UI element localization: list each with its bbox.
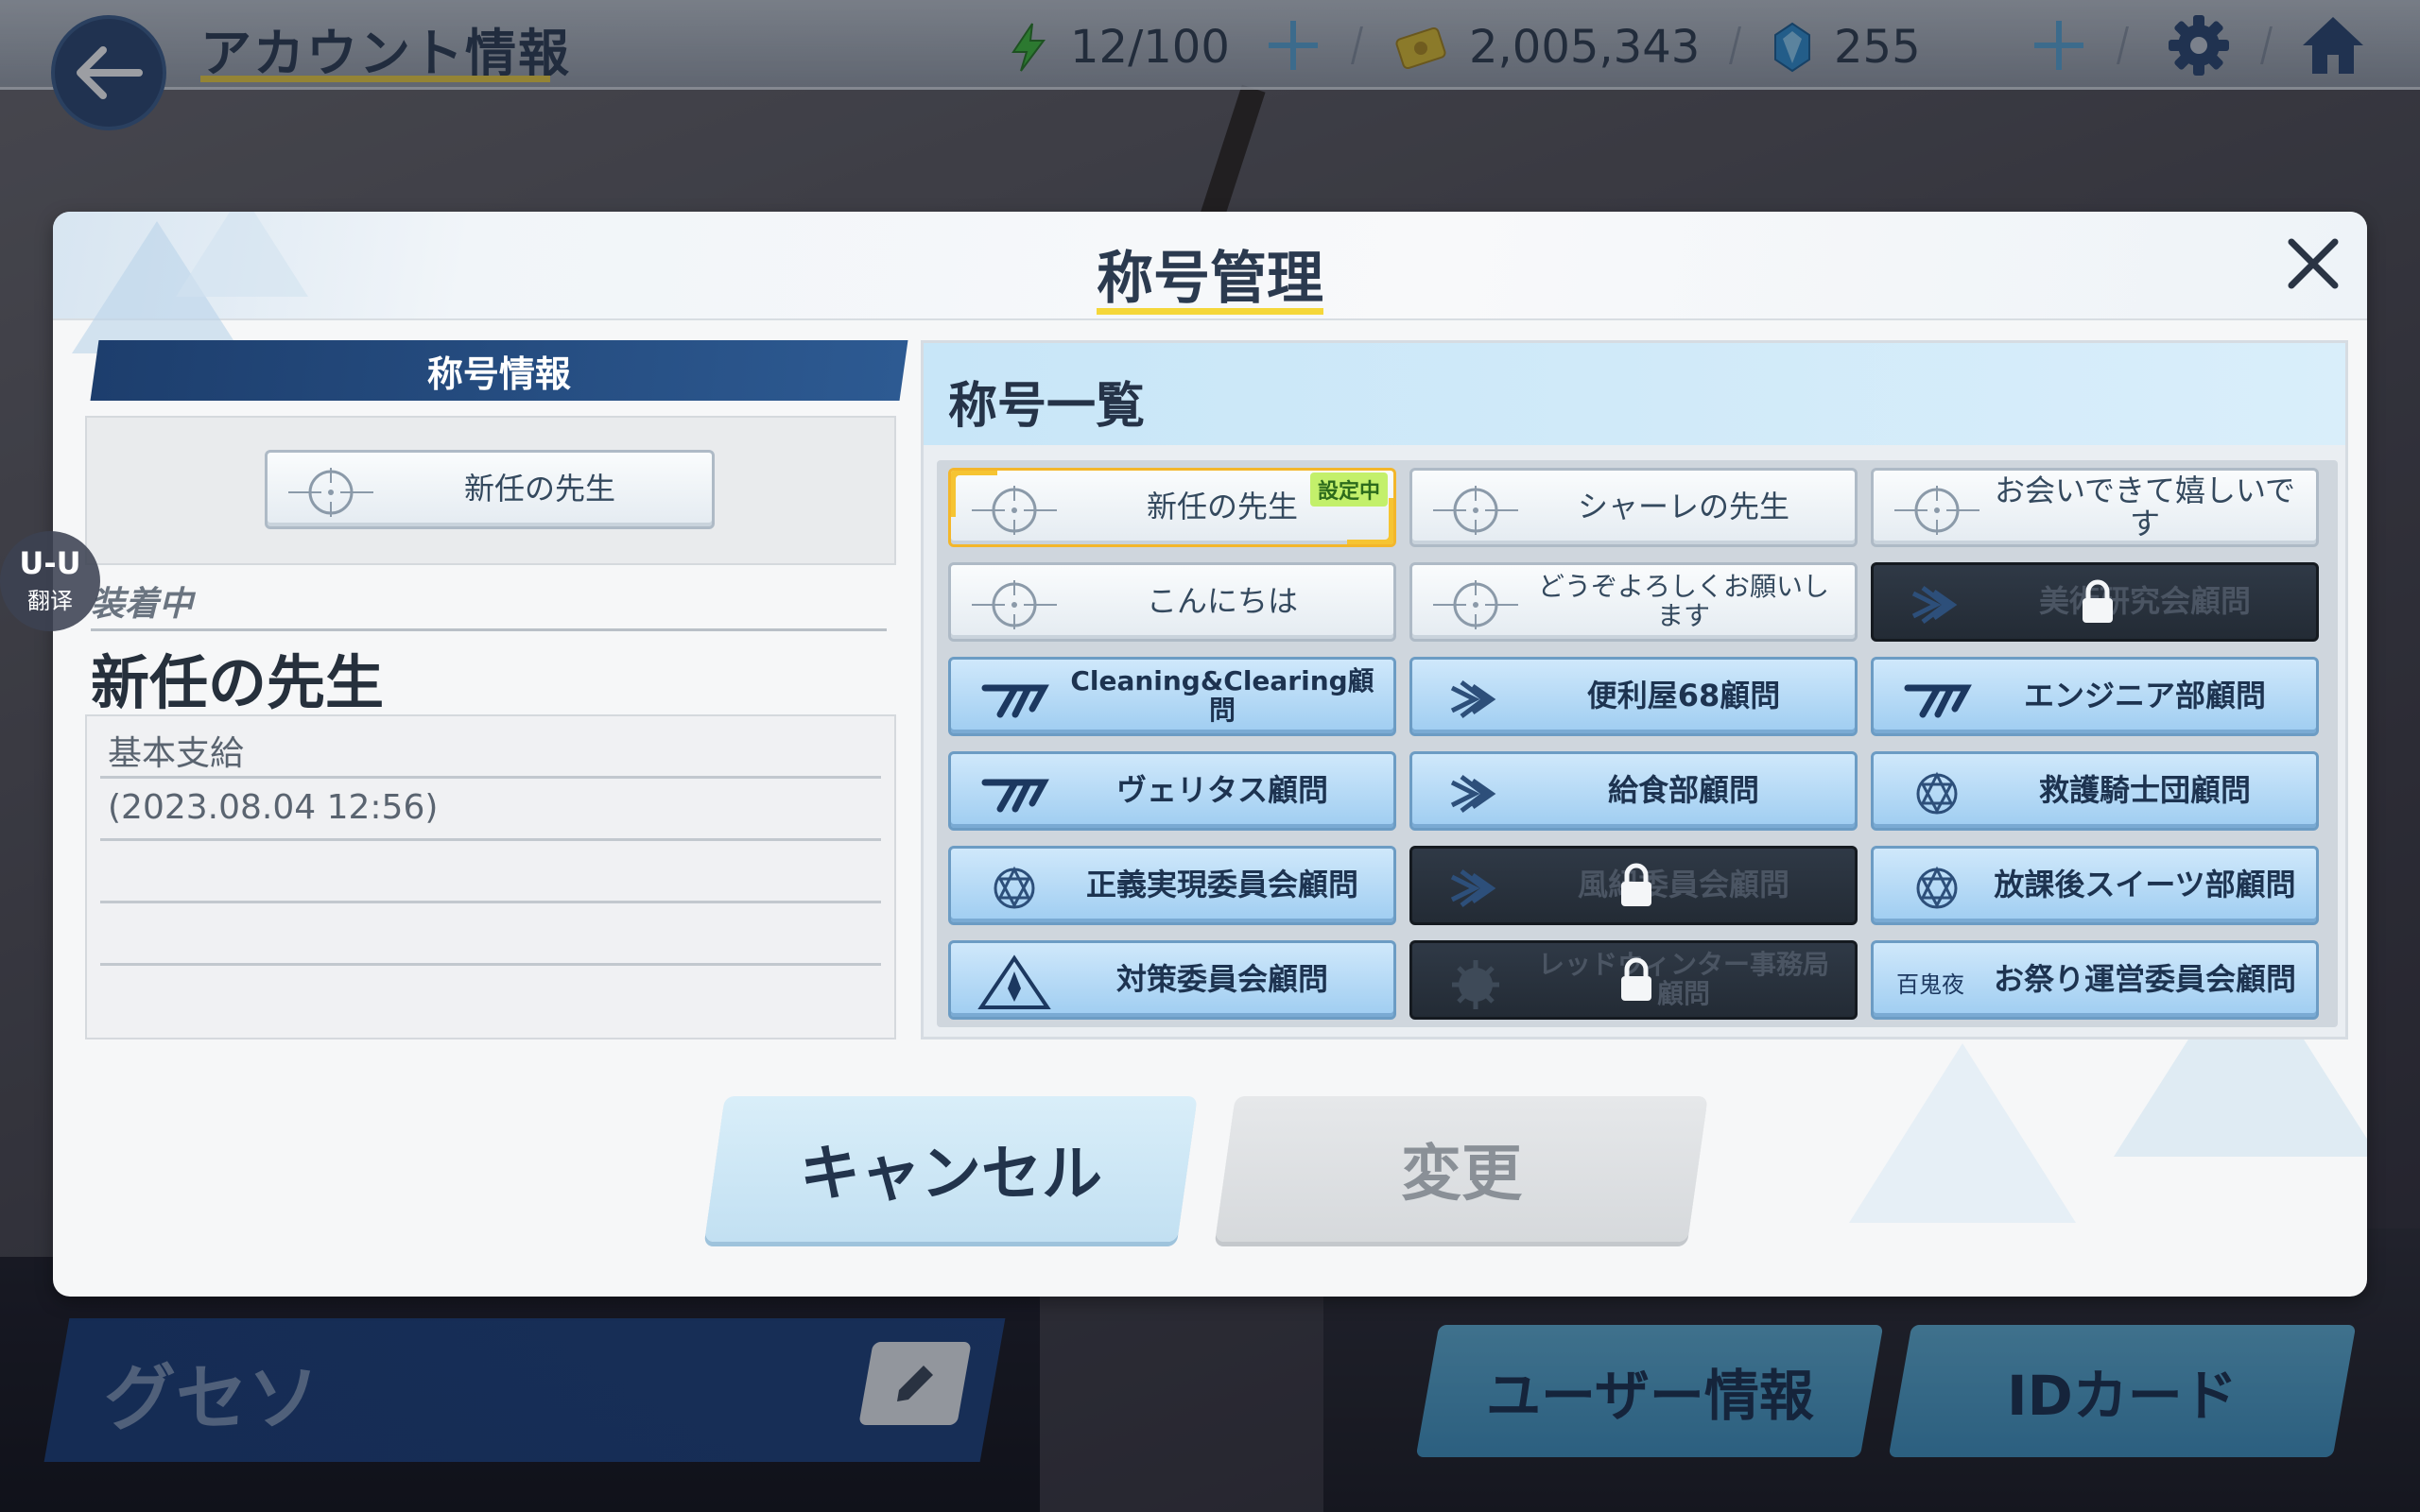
title-chip-label: どうぞよろしくお願いします (1537, 571, 1829, 631)
translator-label: 翻译 (27, 587, 73, 614)
title-chip-label: 給食部顧問 (1607, 772, 1759, 809)
cancel-label: キャンセル (800, 1140, 1102, 1210)
title-info-header-label: 称号情報 (426, 352, 571, 395)
title-chip[interactable]: シャーレの先生 (1409, 468, 1858, 547)
title-preview-area: 新任の先生 (85, 416, 896, 565)
title-chip[interactable]: エンジニア部顧問 (1871, 657, 2319, 736)
title-chip[interactable]: 百鬼夜 お祭り運営委員会顧問 (1871, 940, 2319, 1020)
title-chip: 風紀委員会顧問 (1409, 846, 1858, 925)
title-detail-box: 基本支給 (2023.08.04 12:56) (85, 714, 896, 1040)
translator-logo: U-U (19, 544, 81, 581)
equipped-label: 装着中 (91, 585, 194, 624)
active-badge: 設定中 (1309, 472, 1388, 507)
title-preview-chip: 新任の先生 (265, 450, 715, 529)
detail-line: (2023.08.04 12:56) (100, 779, 881, 841)
title-chip-label: Cleaning&Clearing顧問 (1070, 665, 1374, 726)
change-label: 変更 (1401, 1140, 1522, 1210)
title-list-heading: 称号一覧 (948, 378, 1146, 435)
detail-line: 基本支給 (100, 716, 881, 779)
title-underline (1097, 308, 1323, 315)
title-chip-label: ヴェリタス顧問 (1115, 772, 1328, 809)
title-chip[interactable]: 放課後スイーツ部顧問 (1871, 846, 2319, 925)
title-chip[interactable]: どうぞよろしくお願いします (1409, 562, 1858, 642)
detail-line (100, 841, 881, 903)
title-chip[interactable]: 便利屋68顧問 (1409, 657, 1858, 736)
title-chip[interactable]: 救護騎士団顧問 (1871, 751, 2319, 831)
title-chip-label: 救護騎士団顧問 (2038, 772, 2251, 809)
title-chip-label: お祭り運営委員会顧問 (1993, 961, 2296, 998)
title-chip: 美術研究会顧問 (1871, 562, 2319, 642)
title-chip[interactable]: Cleaning&Clearing顧問 (948, 657, 1396, 736)
title-list-header: 称号一覧 (924, 343, 2345, 445)
lock-icon (1621, 863, 1651, 906)
title-chip-label: こんにちは (1146, 583, 1298, 620)
title-info-header: 称号情報 (90, 340, 908, 401)
title-chip-label: エンジニア部顧問 (2023, 678, 2266, 714)
title-chip[interactable]: 対策委員会顧問 (948, 940, 1396, 1020)
title-chip: レッドウィンター事務局顧問 (1409, 940, 1858, 1020)
title-chip-label: 対策委員会顧問 (1115, 961, 1328, 998)
title-chip[interactable]: お会いできて嬉しいです (1871, 468, 2319, 547)
close-icon[interactable] (2280, 231, 2346, 297)
dialog-title: 称号管理 (1097, 246, 1323, 312)
title-chip[interactable]: 給食部顧問 (1409, 751, 1858, 831)
title-management-dialog: 称号管理 称号情報 新任の先生 装着中 新任の先生 基本支給 (2023.08.… (53, 212, 2367, 1297)
equipped-title-name: 新任の先生 (91, 648, 385, 717)
title-chip-label: 正義実現委員会顧問 (1085, 867, 1358, 903)
title-grid: 新任の先生 設定中 シャーレの先生 お会いできて嬉しいですこんにちは どうぞよろしくお願… (937, 460, 2338, 1027)
title-chip-label: お会いできて嬉しいです (1994, 472, 2296, 541)
title-chip-label: 放課後スイーツ部顧問 (1994, 867, 2296, 903)
title-chip[interactable]: ヴェリタス顧問 (948, 751, 1396, 831)
title-list-panel: 称号一覧 新任の先生 設定中 シャーレの先生 お会いできて嬉しいですこんにちは どうぞよ… (921, 340, 2348, 1040)
title-chip[interactable]: 正義実現委員会顧問 (948, 846, 1396, 925)
lock-icon (2083, 579, 2113, 623)
lock-icon (1621, 957, 1651, 1001)
title-chip-label: 便利屋68顧問 (1586, 678, 1781, 714)
divider (91, 628, 887, 631)
decor-triangle (1849, 1043, 2076, 1223)
change-button[interactable]: 変更 (1215, 1096, 1708, 1242)
title-preview-label: 新任の先生 (463, 471, 615, 507)
translator-bubble[interactable]: U-U 翻译 (0, 531, 100, 631)
selection-corner (951, 471, 997, 517)
detail-line (100, 903, 881, 966)
title-chip[interactable]: 新任の先生 設定中 (948, 468, 1396, 547)
cancel-button[interactable]: キャンセル (704, 1096, 1198, 1242)
title-chip-label: シャーレの先生 (1577, 489, 1789, 525)
title-chip[interactable]: こんにちは (948, 562, 1396, 642)
